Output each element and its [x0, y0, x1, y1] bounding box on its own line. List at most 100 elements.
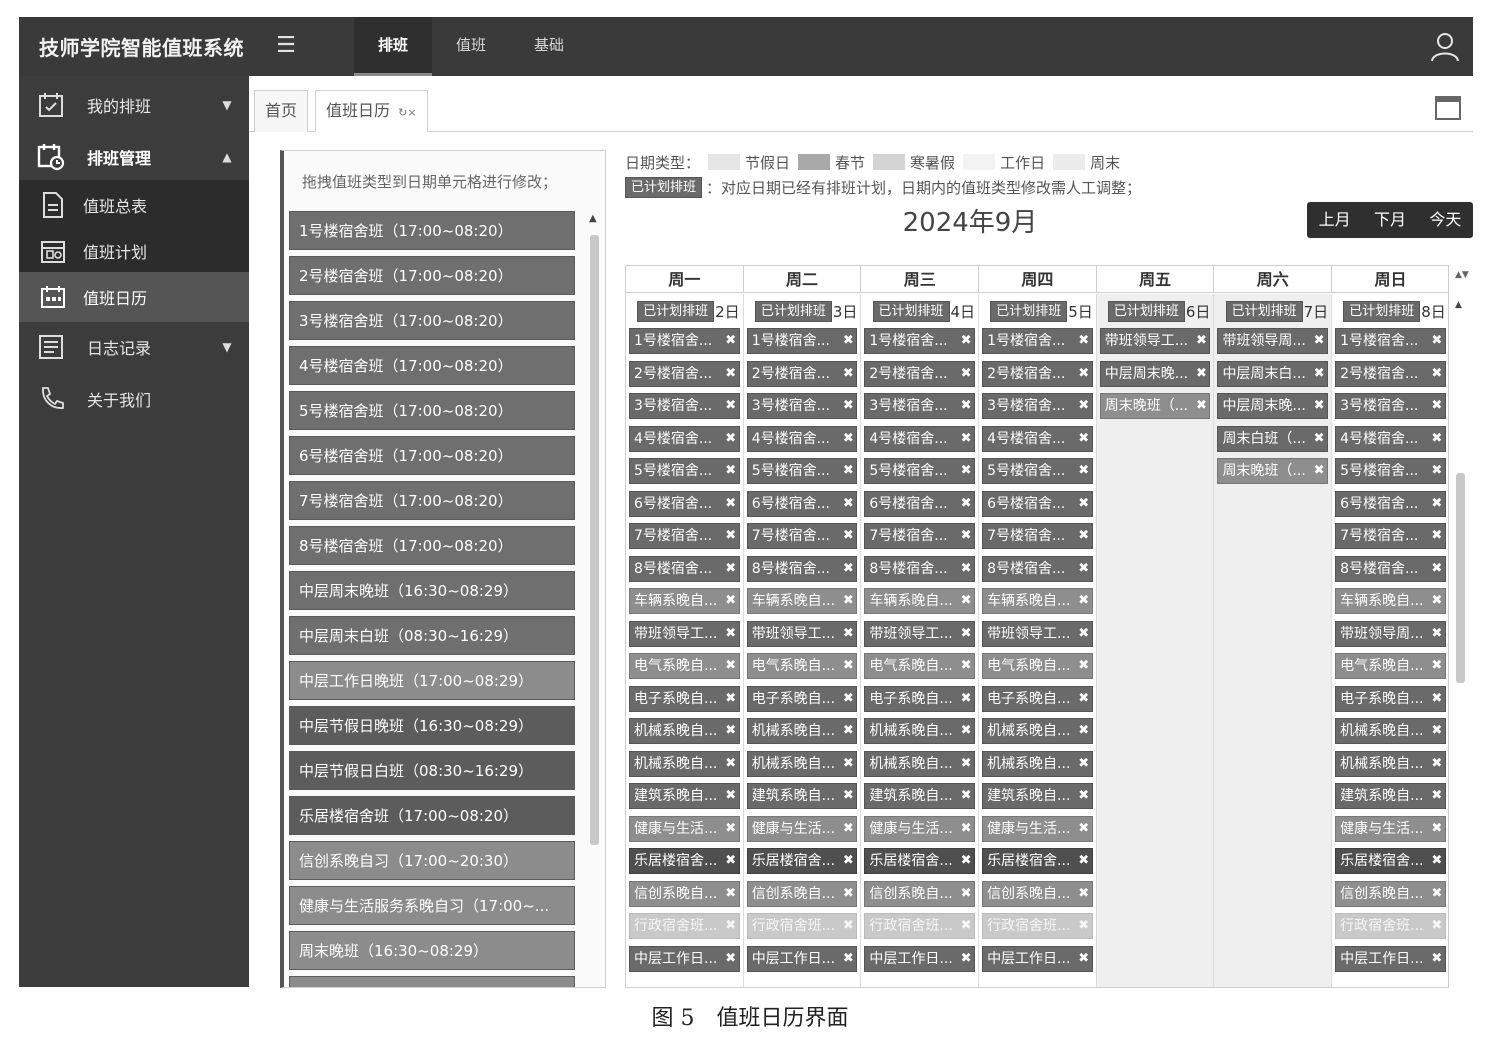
- remove-icon[interactable]: ✖: [1076, 752, 1092, 776]
- remove-icon[interactable]: ✖: [723, 459, 739, 483]
- remove-icon[interactable]: ✖: [1429, 622, 1445, 646]
- duty-event[interactable]: 机械系晚自... ✖: [1335, 718, 1446, 744]
- sidebar-item-about-us[interactable]: 关于我们: [19, 374, 249, 424]
- duty-event[interactable]: 4号楼宿舍... ✖: [746, 425, 858, 452]
- remove-icon[interactable]: ✖: [1076, 947, 1092, 971]
- shift-type-item[interactable]: 3号楼宿舍班（17:00~08:20）: [289, 301, 575, 340]
- duty-event[interactable]: 建筑系晚自... ✖: [864, 783, 976, 809]
- shift-type-item[interactable]: 中层节假日晚班（16:30~08:29）: [289, 706, 575, 745]
- duty-event[interactable]: 电气系晚自... ✖: [746, 653, 858, 679]
- remove-icon[interactable]: ✖: [723, 687, 739, 711]
- duty-event[interactable]: 中层工作日... ✖: [864, 945, 976, 972]
- remove-icon[interactable]: ✖: [958, 784, 974, 808]
- duty-event[interactable]: 5号楼宿舍... ✖: [982, 458, 1093, 484]
- remove-icon[interactable]: ✖: [723, 622, 739, 646]
- day-cell[interactable]: 已计划排班 8日 1号楼宿舍... ✖ 2号楼宿舍... ✖ 3号楼宿舍... ✖ 4号楼宿舍.…: [1332, 294, 1448, 987]
- day-cell[interactable]: 已计划排班 6日 带班领导工... ✖ 中层周末晚... ✖ 周末晚班（... ✖: [1096, 294, 1215, 987]
- duty-event[interactable]: 8号楼宿舍... ✖: [629, 555, 740, 582]
- remove-icon[interactable]: ✖: [1429, 687, 1445, 711]
- maximize-icon[interactable]: [1435, 96, 1461, 120]
- today-button[interactable]: 今天: [1418, 202, 1473, 238]
- remove-icon[interactable]: ✖: [958, 492, 974, 516]
- remove-icon[interactable]: ✖: [840, 459, 856, 483]
- shift-type-item[interactable]: 中层工作日晚班（17:00~08:29）: [289, 661, 575, 700]
- remove-icon[interactable]: ✖: [958, 329, 974, 353]
- duty-event[interactable]: 乐居楼宿舍... ✖: [982, 848, 1093, 874]
- remove-icon[interactable]: ✖: [1429, 882, 1445, 906]
- remove-icon[interactable]: ✖: [1076, 557, 1092, 581]
- duty-event[interactable]: 3号楼宿舍... ✖: [629, 393, 740, 419]
- duty-event[interactable]: 2号楼宿舍... ✖: [982, 360, 1093, 387]
- remove-icon[interactable]: ✖: [1076, 459, 1092, 483]
- duty-event[interactable]: 中层工作日... ✖: [746, 945, 858, 972]
- duty-event[interactable]: 6号楼宿舍... ✖: [864, 490, 976, 517]
- remove-icon[interactable]: ✖: [1311, 329, 1327, 353]
- duty-event[interactable]: 机械系晚自... ✖: [746, 718, 858, 744]
- duty-event[interactable]: 1号楼宿舍... ✖: [1335, 328, 1446, 354]
- remove-icon[interactable]: ✖: [958, 752, 974, 776]
- duty-event[interactable]: 电子系晚自... ✖: [982, 685, 1093, 712]
- remove-icon[interactable]: ✖: [1311, 427, 1327, 451]
- duty-event[interactable]: 建筑系晚自... ✖: [629, 783, 740, 809]
- remove-icon[interactable]: ✖: [1429, 784, 1445, 808]
- duty-event[interactable]: 电子系晚自... ✖: [629, 685, 740, 712]
- duty-event[interactable]: 5号楼宿舍... ✖: [746, 458, 858, 484]
- duty-event[interactable]: 电气系晚自... ✖: [1335, 653, 1446, 679]
- shift-type-item[interactable]: 5号楼宿舍班（17:00~08:20）: [289, 391, 575, 430]
- shift-type-item[interactable]: 4号楼宿舍班（17:00~08:20）: [289, 346, 575, 385]
- calendar-scrollbar[interactable]: ▲▼ ▲: [1452, 268, 1470, 988]
- duty-event[interactable]: 建筑系晚自... ✖: [1335, 783, 1446, 809]
- remove-icon[interactable]: ✖: [1429, 427, 1445, 451]
- duty-event[interactable]: 中层周末晚... ✖: [1217, 393, 1329, 419]
- remove-icon[interactable]: ✖: [1429, 329, 1445, 353]
- duty-event[interactable]: 机械系晚自... ✖: [746, 750, 858, 777]
- remove-icon[interactable]: ✖: [1076, 622, 1092, 646]
- remove-icon[interactable]: ✖: [723, 492, 739, 516]
- duty-event[interactable]: 8号楼宿舍... ✖: [864, 555, 976, 582]
- duty-event[interactable]: 机械系晚自... ✖: [864, 750, 976, 777]
- duty-event[interactable]: 6号楼宿舍... ✖: [1335, 490, 1446, 517]
- remove-icon[interactable]: ✖: [958, 524, 974, 548]
- remove-icon[interactable]: ✖: [723, 394, 739, 418]
- sidebar-item-duty-plan[interactable]: 值班计划: [19, 226, 249, 276]
- remove-icon[interactable]: ✖: [958, 817, 974, 841]
- remove-icon[interactable]: ✖: [1429, 394, 1445, 418]
- duty-event[interactable]: 2号楼宿舍... ✖: [629, 360, 740, 387]
- duty-event[interactable]: 8号楼宿舍... ✖: [982, 555, 1093, 582]
- duty-event[interactable]: 7号楼宿舍... ✖: [1335, 523, 1446, 549]
- remove-icon[interactable]: ✖: [958, 362, 974, 386]
- remove-icon[interactable]: ✖: [840, 329, 856, 353]
- shift-type-item[interactable]: 6号楼宿舍班（17:00~08:20）: [289, 436, 575, 475]
- remove-icon[interactable]: ✖: [1429, 492, 1445, 516]
- remove-icon[interactable]: ✖: [723, 849, 739, 873]
- shift-type-item[interactable]: 中层周末晚班（16:30~08:29）: [289, 571, 575, 610]
- remove-icon[interactable]: ✖: [1429, 654, 1445, 678]
- duty-event[interactable]: 3号楼宿舍... ✖: [1335, 393, 1446, 419]
- remove-icon[interactable]: ✖: [1076, 394, 1092, 418]
- sidebar-item-schedule-management[interactable]: 排班管理 ▲: [19, 132, 249, 182]
- remove-icon[interactable]: ✖: [840, 557, 856, 581]
- duty-event[interactable]: 机械系晚自... ✖: [982, 718, 1093, 744]
- duty-event[interactable]: 信创系晚自... ✖: [629, 880, 740, 907]
- remove-icon[interactable]: ✖: [1076, 492, 1092, 516]
- remove-icon[interactable]: ✖: [723, 329, 739, 353]
- remove-icon[interactable]: ✖: [1311, 459, 1327, 483]
- remove-icon[interactable]: ✖: [1429, 947, 1445, 971]
- list-scrollbar[interactable]: ▲: [585, 213, 603, 853]
- duty-event[interactable]: 电子系晚自... ✖: [1335, 685, 1446, 712]
- duty-event[interactable]: 2号楼宿舍... ✖: [1335, 360, 1446, 387]
- close-icon[interactable]: ×: [407, 106, 416, 119]
- duty-event[interactable]: 机械系晚自... ✖: [982, 750, 1093, 777]
- duty-event[interactable]: 5号楼宿舍... ✖: [629, 458, 740, 484]
- remove-icon[interactable]: ✖: [958, 622, 974, 646]
- remove-icon[interactable]: ✖: [840, 622, 856, 646]
- remove-icon[interactable]: ✖: [723, 914, 739, 938]
- duty-event[interactable]: 带班领导周... ✖: [1217, 328, 1329, 354]
- shift-type-item[interactable]: 1号楼宿舍班（17:00~08:20）: [289, 211, 575, 250]
- duty-event[interactable]: 7号楼宿舍... ✖: [629, 523, 740, 549]
- remove-icon[interactable]: ✖: [840, 654, 856, 678]
- duty-event[interactable]: 健康与生活... ✖: [1335, 815, 1446, 842]
- duty-event[interactable]: 4号楼宿舍... ✖: [1335, 425, 1446, 452]
- remove-icon[interactable]: ✖: [840, 817, 856, 841]
- remove-icon[interactable]: ✖: [1076, 654, 1092, 678]
